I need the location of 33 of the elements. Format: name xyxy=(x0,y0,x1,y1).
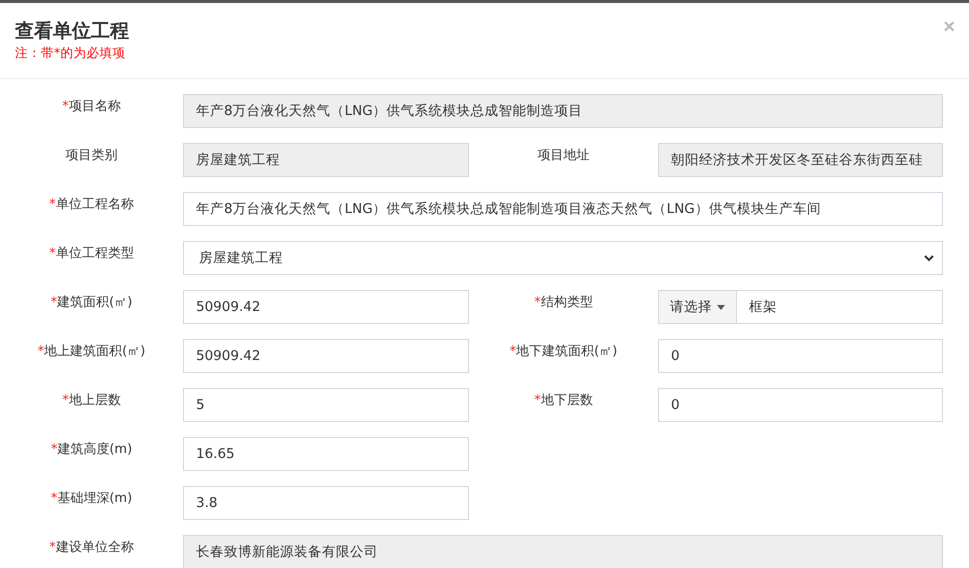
input-field[interactable]: 房屋建筑工程 xyxy=(183,143,469,177)
field-label: *地下层数 xyxy=(534,392,593,410)
field-label: *地上建筑面积(㎡) xyxy=(38,343,146,361)
field-label: *单位工程类型 xyxy=(49,245,134,263)
input-field[interactable]: 年产8万台液化天然气（LNG）供气系统模块总成智能制造项目 xyxy=(183,94,943,128)
dropdown-button[interactable]: 请选择 xyxy=(658,290,736,324)
input-field[interactable]: 框架 xyxy=(736,290,943,324)
field-label: *建筑高度(m) xyxy=(50,441,132,459)
input-field[interactable]: 朝阳经济技术开发区冬至硅谷东街西至硅 xyxy=(658,143,943,177)
input-field[interactable]: 5 xyxy=(183,388,469,422)
input-field[interactable]: 年产8万台液化天然气（LNG）供气系统模块总成智能制造项目液态天然气（LNG）供气模块生产车间 xyxy=(183,192,943,226)
input-field[interactable]: 0 xyxy=(658,339,943,373)
field-label: *项目名称 xyxy=(62,98,121,116)
input-field[interactable]: 0 xyxy=(658,388,943,422)
chevron-icon xyxy=(924,254,934,262)
input-field[interactable]: 16.65 xyxy=(183,437,469,471)
field-label: 项目地址 xyxy=(538,147,590,165)
field-label: 项目类别 xyxy=(66,147,118,165)
input-field[interactable]: 50909.42 xyxy=(183,339,469,373)
input-field[interactable]: 3.8 xyxy=(183,486,469,520)
input-field[interactable]: 长春致博新能源装备有限公司 xyxy=(183,535,943,568)
field-label: *基础埋深(m) xyxy=(50,490,132,508)
field-label: *建设单位全称 xyxy=(49,539,134,557)
field-label: *单位工程名称 xyxy=(49,196,134,214)
caret-icon xyxy=(717,304,725,310)
field-label: *地上层数 xyxy=(62,392,121,410)
field-label: *建筑面积(㎡) xyxy=(50,294,132,312)
input-field[interactable]: 50909.42 xyxy=(183,290,469,324)
dialog-title: 查看单位工程 xyxy=(15,19,129,44)
field-label: *结构类型 xyxy=(534,294,593,312)
select-field[interactable]: 房屋建筑工程 xyxy=(183,241,943,275)
field-label: *地下建筑面积(㎡) xyxy=(510,343,618,361)
required-note: 注：带*的为必填项 xyxy=(15,44,126,62)
